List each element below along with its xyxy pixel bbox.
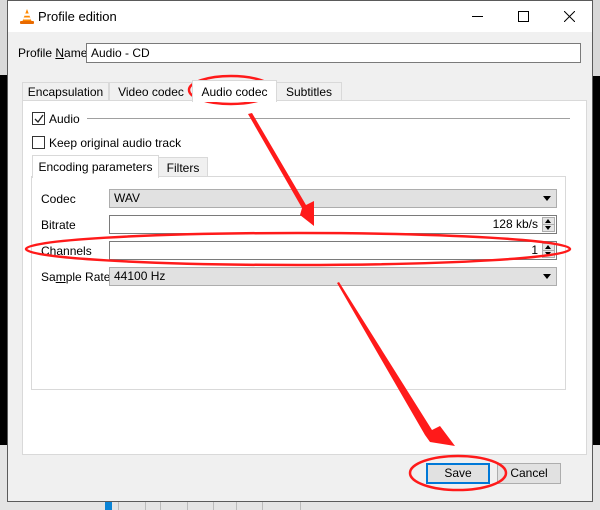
chevron-down-icon xyxy=(543,274,551,279)
bitrate-label: Bitrate xyxy=(41,218,76,232)
bitrate-spinbox[interactable]: 128 kb/s xyxy=(109,215,557,234)
sample-rate-label-text: ple Rate xyxy=(65,270,111,284)
tab-audio-codec[interactable]: Audio codec xyxy=(192,80,277,102)
group-divider xyxy=(87,118,570,119)
codec-value: WAV xyxy=(114,191,140,205)
minimize-button[interactable] xyxy=(454,1,500,32)
bitrate-value: 128 kb/s xyxy=(492,217,538,231)
cancel-button[interactable]: Cancel xyxy=(497,463,561,484)
tab-encapsulation[interactable]: Encapsulation xyxy=(22,82,109,101)
profile-name-input[interactable] xyxy=(86,43,581,63)
keep-original-audio-checkbox[interactable] xyxy=(32,136,45,149)
codec-dropdown[interactable]: WAV xyxy=(109,189,557,208)
profile-edition-dialog: Profile edition Profile Name Encapsulati… xyxy=(7,0,593,502)
sample-rate-label-mnemonic: m xyxy=(55,270,66,284)
profile-name-label: Profile Name xyxy=(18,46,87,60)
spin-buttons[interactable] xyxy=(542,217,555,232)
audio-enabled-label: Audio xyxy=(49,112,80,126)
sample-rate-label-text: Sa xyxy=(41,270,56,284)
vlc-cone-icon xyxy=(19,8,35,25)
checkmark-icon xyxy=(34,114,44,124)
keep-original-audio-label: Keep original audio track xyxy=(49,136,182,150)
spin-up-icon xyxy=(545,245,551,249)
close-button[interactable] xyxy=(546,1,592,32)
sample-rate-dropdown[interactable]: 44100 Hz xyxy=(109,267,557,286)
spin-down-icon xyxy=(545,226,551,230)
save-button[interactable]: Save xyxy=(426,463,490,484)
close-icon xyxy=(563,11,575,22)
sample-rate-value: 44100 Hz xyxy=(114,269,166,283)
encoding-parameters-panel: Codec WAV Bitrate 128 kb/s Channels 1 Sa… xyxy=(31,176,566,390)
profile-name-label-mnemonic: N xyxy=(55,46,65,60)
window-title: Profile edition xyxy=(38,9,117,24)
audio-enabled-checkbox[interactable] xyxy=(32,112,45,125)
chevron-down-icon xyxy=(543,196,551,201)
background-scrollbar xyxy=(592,0,600,76)
minimize-icon xyxy=(471,16,483,17)
subtab-encoding-parameters[interactable]: Encoding parameters xyxy=(32,155,159,178)
title-bar: Profile edition xyxy=(8,1,592,32)
maximize-icon xyxy=(517,11,529,22)
channels-label: Channels xyxy=(41,244,92,258)
maximize-button[interactable] xyxy=(500,1,546,32)
sample-rate-label: Sample Rate xyxy=(41,270,110,284)
profile-name-label-text: ame xyxy=(64,46,88,60)
channels-value: 1 xyxy=(531,243,538,257)
profile-name-label-text: Profile xyxy=(18,46,56,60)
background-window-edge xyxy=(592,0,600,510)
codec-label: Codec xyxy=(41,192,76,206)
subtab-filters[interactable]: Filters xyxy=(158,157,208,177)
spin-up-icon xyxy=(545,219,551,223)
channels-spinbox[interactable]: 1 xyxy=(109,241,557,260)
tab-video-codec[interactable]: Video codec xyxy=(109,82,193,101)
spin-buttons[interactable] xyxy=(542,243,555,258)
tab-subtitles[interactable]: Subtitles xyxy=(276,82,342,101)
spin-down-icon xyxy=(545,252,551,256)
